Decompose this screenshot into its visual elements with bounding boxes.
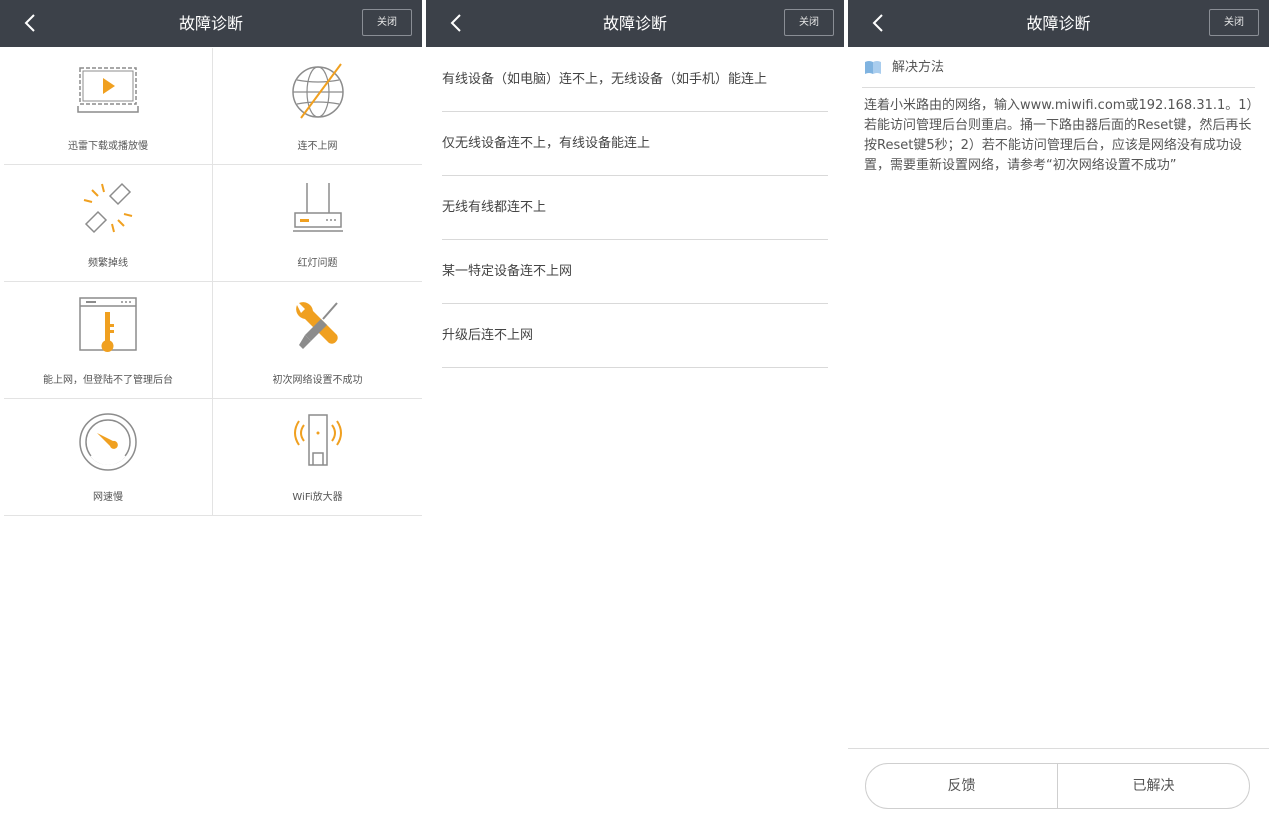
solution-header: 解决方法	[862, 48, 1255, 88]
footer-bar: 反馈 已解决	[848, 748, 1269, 813]
category-initial-setup[interactable]: 初次网络设置不成功	[213, 282, 422, 399]
top-bar: 故障诊断 关闭	[848, 0, 1269, 47]
category-label: 网速慢	[4, 488, 212, 503]
category-slow-speed[interactable]: 网速慢	[4, 399, 213, 516]
category-no-internet[interactable]: 连不上网	[213, 48, 422, 165]
diagnosis-panel-categories: 故障诊断 关闭 迅雷下载或播放慢	[0, 0, 422, 813]
category-label: WiFi放大器	[213, 488, 422, 503]
resolved-button[interactable]: 已解决	[1057, 764, 1249, 808]
page-title: 故障诊断	[848, 0, 1269, 47]
diagnosis-panel-solution: 故障诊断 关闭 解决方法 连着小米路由的网络，输入www.miwifi.com或…	[848, 0, 1269, 813]
symptom-item[interactable]: 升级后连不上网	[442, 304, 828, 368]
page-title: 故障诊断	[426, 0, 844, 47]
symptom-item[interactable]: 有线设备（如电脑）连不上，无线设备（如手机）能连上	[442, 48, 828, 112]
category-frequent-disconnect[interactable]: 频繁掉线	[4, 165, 213, 282]
page-title: 故障诊断	[0, 0, 422, 47]
symptom-item[interactable]: 某一特定设备连不上网	[442, 240, 828, 304]
close-button[interactable]: 关闭	[1209, 9, 1259, 36]
broken-link-icon	[78, 180, 138, 236]
category-label: 初次网络设置不成功	[213, 371, 422, 386]
feedback-button[interactable]: 反馈	[866, 764, 1057, 808]
symptom-item[interactable]: 无线有线都连不上	[442, 176, 828, 240]
symptom-item[interactable]: 仅无线设备连不上，有线设备能连上	[442, 112, 828, 176]
speedometer-icon	[77, 411, 139, 473]
admin-key-icon	[78, 294, 138, 356]
category-wifi-amplifier[interactable]: WiFi放大器	[213, 399, 422, 516]
category-admin-login[interactable]: 能上网，但登陆不了管理后台	[4, 282, 213, 399]
close-button[interactable]: 关闭	[784, 9, 834, 36]
wifi-amplifier-icon	[287, 411, 349, 473]
top-bar: 故障诊断 关闭	[426, 0, 844, 47]
top-bar: 故障诊断 关闭	[0, 0, 422, 47]
category-label: 能上网，但登陆不了管理后台	[4, 371, 212, 386]
symptom-list: 有线设备（如电脑）连不上，无线设备（如手机）能连上 仅无线设备连不上，有线设备能…	[442, 48, 828, 368]
diagnosis-panel-symptoms: 故障诊断 关闭 有线设备（如电脑）连不上，无线设备（如手机）能连上 仅无线设备连…	[426, 0, 844, 813]
section-title: 解决方法	[892, 48, 944, 88]
action-button-group: 反馈 已解决	[865, 763, 1250, 809]
close-button[interactable]: 关闭	[362, 9, 412, 36]
category-slow-download[interactable]: 迅雷下载或播放慢	[4, 48, 213, 165]
book-icon	[864, 60, 882, 75]
tools-icon	[289, 299, 347, 351]
solution-text: 连着小米路由的网络，输入www.miwifi.com或192.168.31.1。…	[864, 96, 1255, 176]
router-icon	[289, 179, 347, 237]
category-label: 迅雷下载或播放慢	[4, 137, 212, 152]
category-red-light[interactable]: 红灯问题	[213, 165, 422, 282]
video-play-icon	[77, 66, 139, 116]
category-label: 频繁掉线	[4, 254, 212, 269]
globe-no-connection-icon	[287, 60, 349, 122]
category-label: 连不上网	[213, 137, 422, 152]
category-label: 红灯问题	[213, 254, 422, 269]
